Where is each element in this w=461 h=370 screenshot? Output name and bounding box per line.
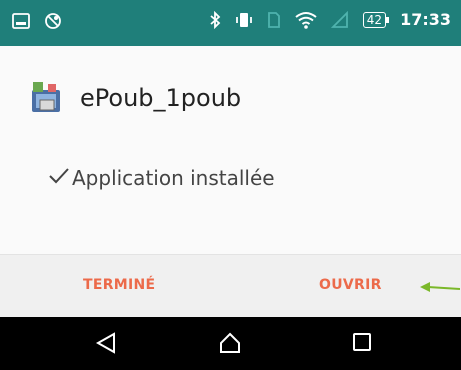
home-icon[interactable] xyxy=(218,331,242,359)
battery-icon: 42 xyxy=(362,11,390,28)
vibrate-icon xyxy=(235,11,253,29)
back-icon[interactable] xyxy=(95,331,117,359)
bluetooth-icon xyxy=(209,10,221,29)
open-button[interactable]: OUVRIR xyxy=(319,277,382,293)
done-button[interactable]: TERMINÉ xyxy=(83,277,155,293)
app-header: ePoub_1poub xyxy=(30,80,241,116)
wifi-icon xyxy=(295,11,317,29)
no-signal-icon xyxy=(330,10,349,29)
install-dialog-content: ePoub_1poub Application installée xyxy=(0,46,461,254)
blocked-notification-icon xyxy=(44,12,62,30)
recent-apps-icon[interactable] xyxy=(351,331,373,357)
dialog-button-bar: TERMINÉ OUVRIR xyxy=(0,254,461,318)
status-bar: 42 17:33 xyxy=(0,0,461,46)
status-bar-left xyxy=(12,12,62,30)
image-notification-icon xyxy=(12,13,30,29)
battery-level: 42 xyxy=(366,12,383,27)
no-sim-icon xyxy=(267,11,281,29)
app-icon xyxy=(30,80,64,116)
status-time: 17:33 xyxy=(400,10,451,29)
checkmark-icon xyxy=(48,167,70,189)
status-bar-right: 42 17:33 xyxy=(209,10,451,29)
navigation-bar xyxy=(0,317,461,370)
install-status: Application installée xyxy=(48,166,275,190)
app-name: ePoub_1poub xyxy=(80,84,242,112)
arrow-annotation-icon xyxy=(420,279,461,298)
install-status-text: Application installée xyxy=(72,166,275,190)
